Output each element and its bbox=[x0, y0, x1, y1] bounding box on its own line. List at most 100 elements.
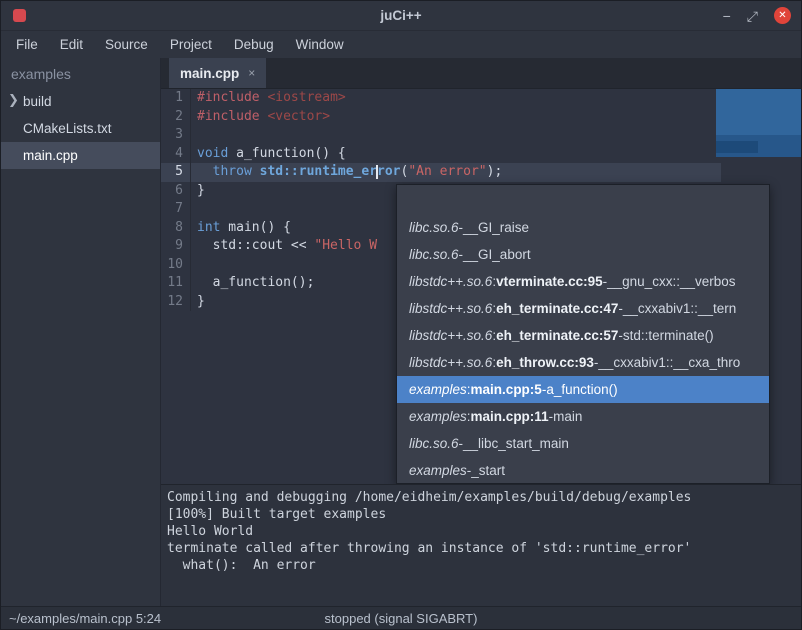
line-number: 10 bbox=[161, 256, 191, 275]
menu-item-edit[interactable]: Edit bbox=[49, 31, 94, 58]
code-text: } bbox=[191, 293, 205, 312]
menu-item-project[interactable]: Project bbox=[159, 31, 223, 58]
code-segment: } bbox=[197, 294, 205, 309]
chevron-right-icon[interactable]: ❯ bbox=[8, 92, 19, 108]
frame-library: examples bbox=[409, 382, 467, 397]
terminal-line: Hello World bbox=[167, 523, 795, 540]
frame-library: examples bbox=[409, 463, 467, 478]
code-segment: throw bbox=[213, 164, 252, 179]
code-text: #include <vector> bbox=[191, 108, 330, 127]
code-segment bbox=[252, 164, 260, 179]
line-number: 2 bbox=[161, 108, 191, 127]
sidebar-item-main-cpp[interactable]: main.cpp bbox=[1, 142, 160, 169]
code-text: std::cout << "Hello W bbox=[191, 237, 377, 256]
code-line[interactable]: 5 throw std::runtime_error("An error"); bbox=[161, 163, 801, 182]
tab-label: main.cpp bbox=[180, 66, 239, 81]
line-number: 1 bbox=[161, 89, 191, 108]
code-segment: void bbox=[197, 146, 228, 161]
frame-library: libstdc++.so.6 bbox=[409, 274, 492, 289]
code-segment: #include bbox=[197, 109, 267, 124]
terminal-output[interactable]: Compiling and debugging /home/eidheim/ex… bbox=[161, 484, 801, 608]
frame-file-line: vterminate.cc:95 bbox=[496, 274, 603, 289]
code-segment: a_function() { bbox=[228, 146, 345, 161]
code-segment: "An error" bbox=[408, 164, 486, 179]
minimize-button[interactable]: − bbox=[723, 9, 731, 23]
code-segment: std::runtime_er bbox=[260, 164, 377, 179]
backtrace-popup-spacer bbox=[397, 185, 769, 214]
window-title: juCi++ bbox=[1, 8, 801, 23]
stack-frame-row[interactable]: libc.so.6 - __GI_raise bbox=[397, 214, 769, 241]
line-number: 9 bbox=[161, 237, 191, 256]
stack-frame-row[interactable]: examples - _start bbox=[397, 457, 769, 484]
code-text: } bbox=[191, 182, 205, 201]
code-text bbox=[191, 200, 197, 219]
menu-item-file[interactable]: File bbox=[5, 31, 49, 58]
debug-tooltip-chip bbox=[716, 141, 758, 153]
code-segment: int bbox=[197, 220, 220, 235]
line-number: 6 bbox=[161, 182, 191, 201]
frame-library: libc.so.6 bbox=[409, 247, 459, 262]
stack-frame-row[interactable]: examples:main.cpp:5 - a_function() bbox=[397, 376, 769, 403]
close-button[interactable]: ✕ bbox=[774, 7, 791, 24]
sidebar-item-build[interactable]: ❯ build bbox=[1, 88, 160, 115]
code-text: throw std::runtime_error("An error"); bbox=[191, 163, 502, 182]
stack-frame-row[interactable]: libstdc++.so.6:eh_terminate.cc:57 - std:… bbox=[397, 322, 769, 349]
stack-frame-row[interactable]: libstdc++.so.6:eh_terminate.cc:47 - __cx… bbox=[397, 295, 769, 322]
frame-library: libstdc++.so.6 bbox=[409, 301, 492, 316]
terminal-line: Compiling and debugging /home/eidheim/ex… bbox=[167, 489, 795, 506]
frame-function: __cxxabiv1::__cxa_thro bbox=[598, 355, 740, 370]
code-segment: <iostream> bbox=[267, 90, 345, 105]
frame-file-line: main.cpp:5 bbox=[471, 382, 542, 397]
code-line[interactable]: 2#include <vector> bbox=[161, 108, 801, 127]
window-controls: − ⤢ ✕ bbox=[723, 7, 791, 24]
frame-library: libc.so.6 bbox=[409, 220, 459, 235]
code-line[interactable]: 4void a_function() { bbox=[161, 145, 801, 164]
stack-frame-row[interactable]: libstdc++.so.6:vterminate.cc:95 - __gnu_… bbox=[397, 268, 769, 295]
stack-frame-row[interactable]: libstdc++.so.6:eh_throw.cc:93 - __cxxabi… bbox=[397, 349, 769, 376]
sidebar-item-label: build bbox=[23, 94, 52, 109]
frame-file-line: eh_terminate.cc:57 bbox=[496, 328, 618, 343]
code-segment: main() { bbox=[220, 220, 290, 235]
sidebar-item-cmakelists-txt[interactable]: CMakeLists.txt bbox=[1, 115, 160, 142]
frame-function: __cxxabiv1::__tern bbox=[623, 301, 736, 316]
file-tree-sidebar: examples ❯buildCMakeLists.txtmain.cpp bbox=[1, 58, 161, 606]
line-number: 7 bbox=[161, 200, 191, 219]
backtrace-list: libc.so.6 - __GI_raiselibc.so.6 - __GI_a… bbox=[397, 214, 769, 484]
frame-function: std::terminate() bbox=[623, 328, 714, 343]
code-text: a_function(); bbox=[191, 274, 314, 293]
menu-item-source[interactable]: Source bbox=[94, 31, 159, 58]
terminal-line: what(): An error bbox=[167, 557, 795, 574]
code-segment: <vector> bbox=[267, 109, 330, 124]
code-line[interactable]: 3 bbox=[161, 126, 801, 145]
backtrace-popup: libc.so.6 - __GI_raiselibc.so.6 - __GI_a… bbox=[396, 184, 770, 484]
status-debug-state: stopped (signal SIGABRT) bbox=[1, 611, 801, 626]
stack-frame-row[interactable]: examples:main.cpp:11 - main bbox=[397, 403, 769, 430]
line-number: 4 bbox=[161, 145, 191, 164]
editor[interactable]: 1#include <iostream>2#include <vector>34… bbox=[161, 89, 801, 484]
menu-item-debug[interactable]: Debug bbox=[223, 31, 285, 58]
terminal-line: terminate called after throwing an insta… bbox=[167, 540, 795, 557]
tab-close-icon[interactable]: × bbox=[248, 66, 255, 80]
stack-frame-row[interactable]: libc.so.6 - __GI_abort bbox=[397, 241, 769, 268]
titlebar: juCi++ − ⤢ ✕ bbox=[1, 1, 801, 31]
line-number: 3 bbox=[161, 126, 191, 145]
line-number: 8 bbox=[161, 219, 191, 238]
code-text: #include <iostream> bbox=[191, 89, 346, 108]
stack-frame-row[interactable]: libc.so.6 - __libc_start_main bbox=[397, 430, 769, 457]
code-segment: #include bbox=[197, 90, 267, 105]
frame-function: main bbox=[553, 409, 582, 424]
frame-library: examples bbox=[409, 409, 467, 424]
code-segment: std::cout << bbox=[197, 238, 314, 253]
tabbar: main.cpp × bbox=[161, 58, 801, 89]
menubar: FileEditSourceProjectDebugWindow bbox=[1, 31, 801, 58]
app-window: juCi++ − ⤢ ✕ FileEditSourceProjectDebugW… bbox=[0, 0, 802, 630]
menu-item-window[interactable]: Window bbox=[285, 31, 355, 58]
frame-library: libstdc++.so.6 bbox=[409, 355, 492, 370]
sidebar-item-label: CMakeLists.txt bbox=[23, 121, 112, 136]
line-number: 11 bbox=[161, 274, 191, 293]
maximize-button[interactable]: ⤢ bbox=[747, 9, 758, 23]
tab-main-cpp[interactable]: main.cpp × bbox=[169, 58, 266, 88]
code-line[interactable]: 1#include <iostream> bbox=[161, 89, 801, 108]
frame-function: __GI_abort bbox=[463, 247, 531, 262]
code-text: void a_function() { bbox=[191, 145, 346, 164]
